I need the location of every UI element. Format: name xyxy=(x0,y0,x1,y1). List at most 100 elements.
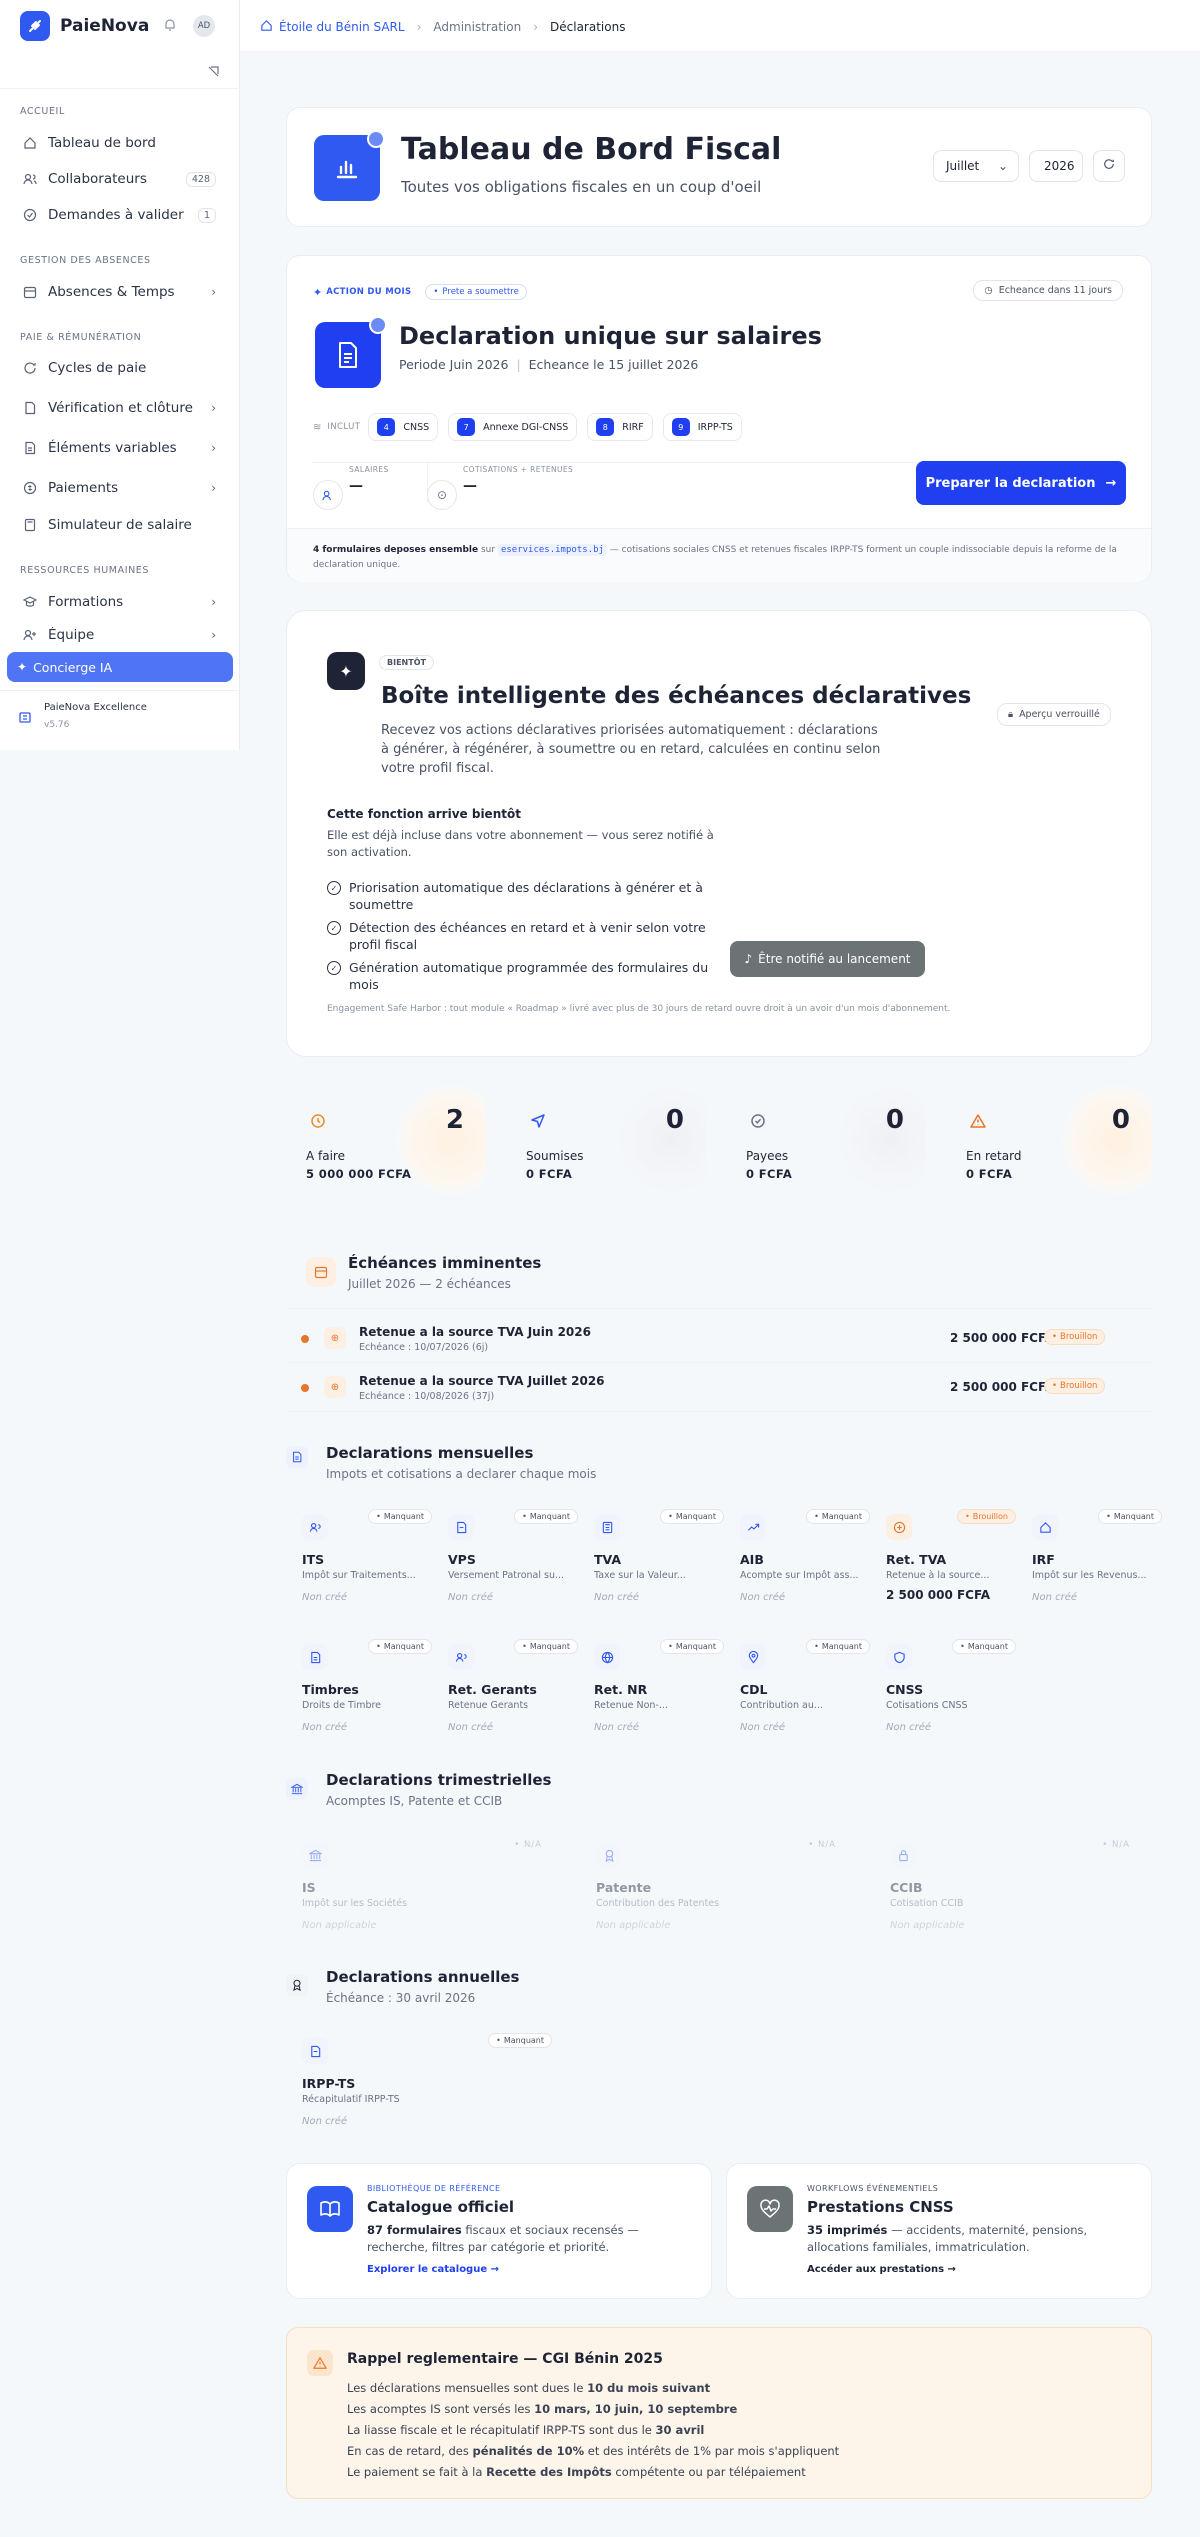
chevron-right-icon: › xyxy=(416,20,422,34)
status-badge: • Manquant xyxy=(1098,1509,1162,1524)
sidebar-item-verification[interactable]: Vérification et clôture › xyxy=(8,393,232,423)
kpi-card-late[interactable]: 0 En retard 0 FCFA xyxy=(946,1085,1152,1205)
upcoming-item[interactable]: ⊕ Retenue a la source TVA Juillet 2026 E… xyxy=(286,1364,1152,1412)
declaration-card[interactable]: • Manquant IRF Impôt sur les Revenus... Non … xyxy=(1032,1506,1162,1622)
section-title-paie: PAIE & RÉMUNÉRATION xyxy=(20,332,142,343)
brand[interactable]: PaieNova xyxy=(20,11,149,41)
declaration-card[interactable]: • Manquant AIB Acompte sur Impôt ass... Non … xyxy=(740,1506,870,1622)
catalog-eyebrow: BIBLIOTHÈQUE DE RÉFÉRENCE xyxy=(367,2184,501,2193)
declaration-card[interactable]: • Manquant CDL Contribution au... Non créé xyxy=(740,1636,870,1752)
annual-subtitle: Échéance : 30 avril 2026 xyxy=(326,1991,476,2005)
status-badge: • Brouillon xyxy=(1044,1328,1106,1345)
breadcrumb-company[interactable]: Étoile du Bénin SARL xyxy=(279,20,405,34)
year-value: 2026 xyxy=(1044,159,1075,173)
page-title: Tableau de Bord Fiscal xyxy=(401,132,782,167)
include-tag[interactable]: 9 IRPP-TS xyxy=(662,413,742,441)
include-tag[interactable]: 7 Annexe DGI-CNSS xyxy=(448,413,578,441)
clock-icon xyxy=(310,1113,326,1133)
bell-icon[interactable] xyxy=(163,18,177,36)
sidebar-item-absences[interactable]: Absences & Temps › xyxy=(8,277,232,307)
home-icon[interactable] xyxy=(260,19,273,35)
declaration-card[interactable]: • Manquant ITS Impôt sur Traitements... Non … xyxy=(302,1506,432,1622)
sidebar-item-formations[interactable]: Formations › xyxy=(8,587,232,617)
refresh-button[interactable] xyxy=(1093,150,1125,182)
upcoming-item[interactable]: ⊕ Retenue a la source TVA Juin 2026 Eché… xyxy=(286,1315,1152,1363)
catalog-link[interactable]: Explorer le catalogue → xyxy=(367,2264,499,2275)
declaration-card[interactable]: • Manquant Ret. NR Retenue Non-... Non créé xyxy=(594,1636,724,1752)
award-icon xyxy=(596,1842,622,1868)
kpi-card-paid[interactable]: 0 Payees 0 FCFA xyxy=(726,1085,926,1205)
kpi-value: 0 xyxy=(885,1105,904,1135)
sidebar-item-paiements[interactable]: Paiements › xyxy=(8,473,232,503)
sidebar-item-equipe[interactable]: Équipe › xyxy=(8,627,232,643)
check-icon: ✓ xyxy=(327,961,341,975)
cnss-card[interactable]: WORKFLOWS ÉVÉNEMENTIELS Prestations CNSS… xyxy=(726,2163,1152,2299)
month-select[interactable]: Juillet ⌄ xyxy=(933,150,1019,182)
prepare-declaration-button[interactable]: Preparer la declaration → xyxy=(916,461,1126,505)
file-text-icon xyxy=(286,1446,308,1468)
declaration-description: Droits de Timbre xyxy=(302,1700,382,1711)
sidebar-item-dashboard[interactable]: Tableau de bord xyxy=(8,128,232,158)
notify-button[interactable]: ♪ Être notifié au lancement xyxy=(730,941,925,977)
users-icon xyxy=(302,1514,328,1540)
kpi-card-submitted[interactable]: 0 Soumises 0 FCFA xyxy=(506,1085,706,1205)
year-select[interactable]: 2026 xyxy=(1029,150,1083,182)
status-badge: • Manquant xyxy=(952,1639,1016,1654)
declaration-card[interactable]: • Manquant VPS Versement Patronal su... Non … xyxy=(448,1506,578,1622)
page-subtitle: Toutes vos obligations fiscales en un co… xyxy=(401,178,762,196)
status-dot xyxy=(301,1335,309,1343)
collapse-sidebar-icon[interactable] xyxy=(207,65,220,82)
declaration-card[interactable]: • Manquant CNSS Cotisations CNSS Non créé xyxy=(886,1636,1016,1752)
sidebar-item-variables[interactable]: Éléments variables › xyxy=(8,433,232,463)
soon-description: Elle est déjà incluse dans votre abonnem… xyxy=(327,828,714,859)
declaration-card[interactable]: • N/A IS Impôt sur les Sociétés Non applica… xyxy=(302,1834,542,1950)
declaration-card[interactable]: • Brouillon Ret. TVA Retenue à la source...… xyxy=(886,1506,1016,1622)
declaration-card[interactable]: • Manquant TVA Taxe sur la Valeur... Non cré… xyxy=(594,1506,724,1622)
breadcrumb-administration[interactable]: Administration xyxy=(433,20,521,34)
layers-icon: ≋ xyxy=(313,421,322,433)
declaration-card[interactable]: • Manquant Timbres Droits de Timbre Non créé xyxy=(302,1636,432,1752)
sidebar-item-collaborateurs[interactable]: Collaborateurs 428 xyxy=(8,164,232,194)
declaration-name: Timbres xyxy=(302,1682,359,1697)
file-icon xyxy=(448,1514,474,1540)
concierge-button[interactable]: ✦ Concierge IA xyxy=(7,652,233,682)
sidebar-item-demandes[interactable]: Demandes à valider 1 xyxy=(8,200,232,230)
cnss-link[interactable]: Accéder aux prestations → xyxy=(807,2264,956,2275)
avatar[interactable]: AD xyxy=(193,15,215,37)
include-tag[interactable]: 8 RIRF xyxy=(587,413,653,441)
sidebar-item-label: Tableau de bord xyxy=(48,135,156,151)
top-bar: Étoile du Bénin SARL › Administration › … xyxy=(240,0,1200,52)
declaration-value: Non créé xyxy=(302,1722,348,1733)
declaration-card[interactable]: • Manquant Ret. Gerants Retenue Gerants Non … xyxy=(448,1636,578,1752)
file-text-icon xyxy=(22,440,38,456)
declaration-value: Non créé xyxy=(302,1592,348,1603)
users-icon xyxy=(22,171,38,187)
declaration-value: Non créé xyxy=(740,1592,786,1603)
arrow-icon xyxy=(886,1514,912,1540)
sidebar-item-simulateur[interactable]: Simulateur de salaire xyxy=(8,510,232,540)
chevron-right-icon: › xyxy=(533,20,539,34)
declaration-card[interactable]: • Manquant IRPP-TS Récapitulatif IRPP-TS Non… xyxy=(302,2030,552,2146)
na-dot: • xyxy=(808,1840,818,1850)
include-tag[interactable]: 4 CNSS xyxy=(368,413,439,441)
catalog-description: 87 formulaires fiscaux et sociaux recens… xyxy=(367,2223,639,2254)
declaration-card[interactable]: • N/A CCIB Cotisation CCIB Non applicable xyxy=(890,1834,1130,1950)
document-icon xyxy=(315,316,387,388)
shield-icon xyxy=(886,1644,912,1670)
declaration-card[interactable]: • N/A Patente Contribution des Patentes Non… xyxy=(596,1834,836,1950)
status-badge: • Manquant xyxy=(514,1639,578,1654)
kpi-label: A faire xyxy=(306,1149,345,1163)
status-badge: • Manquant xyxy=(806,1639,870,1654)
declaration-description: Impôt sur les Revenus... xyxy=(1032,1570,1147,1581)
eservices-link[interactable]: eservices.impots.bj xyxy=(497,544,607,556)
declaration-description: Taxe sur la Valeur... xyxy=(594,1570,686,1581)
catalog-card[interactable]: BIBLIOTHÈQUE DE RÉFÉRENCE Catalogue offi… xyxy=(286,2163,712,2299)
kpi-label: En retard xyxy=(966,1149,1022,1163)
declaration-name: IS xyxy=(302,1880,316,1895)
sidebar-item-cycles[interactable]: Cycles de paie xyxy=(8,353,232,383)
breadcrumb: Étoile du Bénin SARL › Administration › … xyxy=(260,19,625,35)
declaration-description: Retenue à la source... xyxy=(886,1570,990,1581)
calendar-icon xyxy=(22,284,38,300)
soon-badge: BIENTÔT xyxy=(379,654,434,670)
kpi-card-todo[interactable]: 2 A faire 5 000 000 FCFA xyxy=(286,1085,486,1205)
